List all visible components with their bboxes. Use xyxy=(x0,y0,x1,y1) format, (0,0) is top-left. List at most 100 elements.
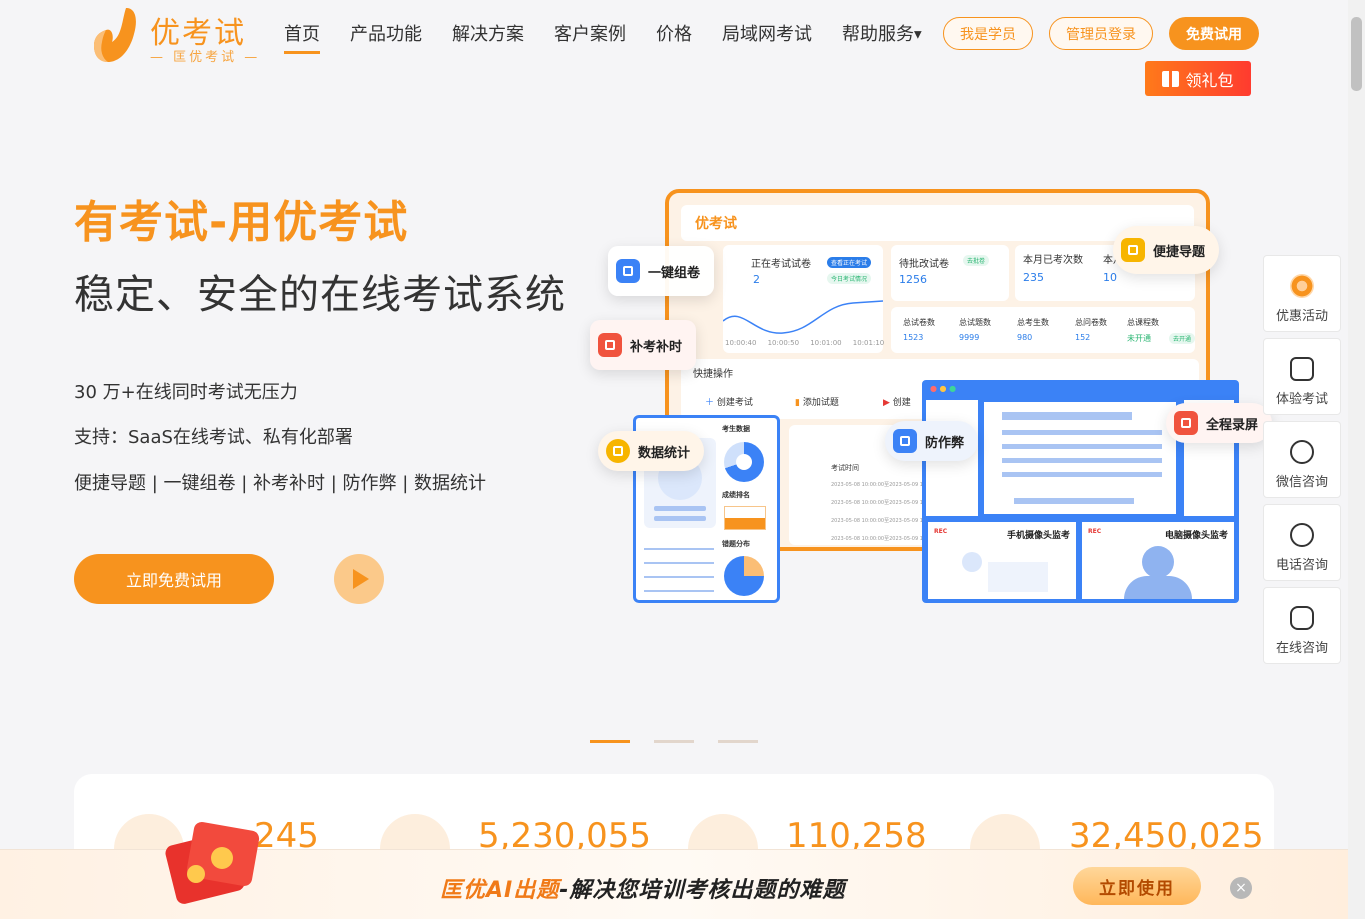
anticheat-icon xyxy=(893,429,917,453)
stat-label-surveys: 总问卷数 xyxy=(1075,318,1107,327)
tag-makeup-label: 补考补时 xyxy=(630,339,683,355)
ongoing-badge2: 今日考试情况 xyxy=(827,273,872,284)
bar-chart xyxy=(724,506,766,530)
side-trial-exam[interactable]: 体验考试 xyxy=(1263,338,1341,415)
panel-ranking: 成绩排名 xyxy=(722,491,750,499)
tag-stats-label: 数据统计 xyxy=(638,445,691,461)
time-1: 10:00:40 xyxy=(725,339,757,347)
header: 优考试 — 匡优考试 — 首页 产品功能 解决方案 客户案例 价格 局域网考试 … xyxy=(0,0,1348,96)
pending-badge: 去批卷 xyxy=(963,255,990,266)
side-phone[interactable]: 电话咨询 xyxy=(1263,504,1341,581)
nav-features[interactable]: 产品功能 xyxy=(350,20,422,46)
banner-rest: -解决您培训考核出题的难题 xyxy=(559,878,846,903)
pending-label: 待批改试卷 xyxy=(899,259,949,270)
monthly2-value: 10 xyxy=(1103,271,1117,284)
nav-help[interactable]: 帮助服务▼ xyxy=(842,20,922,46)
time-4: 10:01:10 xyxy=(852,339,885,347)
close-icon[interactable]: × xyxy=(1230,877,1252,899)
main-nav: 首页 产品功能 解决方案 客户案例 价格 局域网考试 帮助服务▼ xyxy=(284,20,922,54)
ongoing-label: 正在考试试卷 xyxy=(751,259,811,270)
chat-icon xyxy=(1290,606,1314,630)
tag-makeup: 补考补时 xyxy=(590,320,697,370)
tag-import: 便捷导题 xyxy=(1113,226,1220,274)
side-online-chat[interactable]: 在线咨询 xyxy=(1263,587,1341,664)
carousel-dot-2[interactable] xyxy=(654,740,694,743)
nav-cases[interactable]: 客户案例 xyxy=(554,20,626,46)
stat-label-courses: 总课程数 xyxy=(1127,318,1159,327)
hero-trial-button[interactable]: 立即免费试用 xyxy=(74,554,274,604)
tag-stats: 数据统计 xyxy=(598,431,705,471)
quick-action-create: ▶ 创建 xyxy=(883,395,911,408)
plus-icon: ＋ xyxy=(705,398,715,408)
free-trial-button[interactable]: 免费试用 xyxy=(1169,17,1259,50)
import-icon xyxy=(1121,238,1145,262)
quick-action-create-label: 创建 xyxy=(892,398,911,408)
table-row-4: 2023-05-08 10:00:00至2023-05-09 10:0 xyxy=(831,536,931,542)
tag-record: 全程录屏 xyxy=(1166,403,1273,443)
gift-button[interactable]: 领礼包 xyxy=(1145,61,1251,96)
cam-phone-label: 手机摄像头监考 xyxy=(1006,531,1070,541)
hero-line-support: 支持：SaaS在线考试、私有化部署 xyxy=(74,427,353,448)
monitor-main xyxy=(982,400,1178,516)
time-2: 10:00:50 xyxy=(767,339,800,347)
banner-use-button[interactable]: 立即使用 xyxy=(1073,867,1201,905)
red-envelope-icon xyxy=(165,821,260,904)
logo-subtitle: — 匡优考试 — xyxy=(150,50,261,65)
stat-label-questions: 总试题数 xyxy=(959,318,991,327)
stat-value-examinees: 980 xyxy=(1017,333,1033,342)
scrollbar-track[interactable] xyxy=(1348,0,1365,919)
tag-anticheat-label: 防作弊 xyxy=(925,435,965,451)
line-2 xyxy=(654,516,706,521)
paper-icon xyxy=(616,259,640,283)
gift-label: 领礼包 xyxy=(1185,70,1234,90)
stat-value-papers: 1523 xyxy=(903,333,924,342)
person-head-1 xyxy=(962,552,982,572)
checklist xyxy=(644,540,714,596)
side-promo[interactable]: 优惠活动 xyxy=(1263,255,1341,332)
side-online-chat-label: 在线咨询 xyxy=(1275,641,1328,656)
caret-down-icon: ▼ xyxy=(914,29,922,41)
side-wechat[interactable]: 微信咨询 xyxy=(1263,421,1341,498)
nav-home[interactable]: 首页 xyxy=(284,20,320,54)
rec-label-1: REC xyxy=(934,528,948,535)
pending-value: 1256 xyxy=(899,273,927,286)
play-icon xyxy=(353,569,369,589)
tag-anticheat: 防作弊 xyxy=(885,421,979,461)
hero-line-features: 便捷导题 | 一键组卷 | 补考补时 | 防作弊 | 数据统计 xyxy=(74,473,487,494)
nav-lan-exam[interactable]: 局域网考试 xyxy=(722,20,812,46)
nav-pricing[interactable]: 价格 xyxy=(656,20,692,46)
person-head-2 xyxy=(1142,546,1174,578)
bottom-banner: 匡优AI出题-解决您培训考核出题的难题 立即使用 × xyxy=(0,821,1348,919)
banner-headline: 匡优AI出题-解决您培训考核出题的难题 xyxy=(440,872,845,904)
hero-line-capacity: 30 万+在线同时考试无压力 xyxy=(74,382,298,403)
ongoing-badge: 查看正在考试 xyxy=(827,257,872,268)
monthly-label: 本月已考次数 xyxy=(1023,255,1083,266)
pending-card: 待批改试卷 1256 去批卷 xyxy=(891,245,1009,301)
pie-chart xyxy=(724,556,764,596)
quick-action-add-question: ▮ 添加试题 xyxy=(795,395,839,408)
side-phone-label: 电话咨询 xyxy=(1275,558,1328,573)
table-row-1: 2023-05-08 10:00:00至2023-05-09 10:0 xyxy=(831,482,931,488)
quick-action-create-exam: ＋ 创建考试 xyxy=(705,395,753,408)
quick-title: 快捷操作 xyxy=(693,369,733,380)
carousel-dot-1[interactable] xyxy=(590,740,630,743)
logo[interactable]: 优考试 — 匡优考试 — xyxy=(92,4,257,66)
scrollbar-thumb[interactable] xyxy=(1351,17,1362,91)
carousel-dot-3[interactable] xyxy=(718,740,758,743)
donut-chart xyxy=(724,442,764,482)
admin-login-button[interactable]: 管理员登录 xyxy=(1049,17,1153,50)
play-video-button[interactable] xyxy=(334,554,384,604)
edit-icon xyxy=(1290,357,1314,381)
student-button[interactable]: 我是学员 xyxy=(943,17,1033,50)
monthly-value: 235 xyxy=(1023,271,1044,284)
table-row-3: 2023-05-08 10:00:00至2023-05-09 10:0 xyxy=(831,518,931,524)
record-icon xyxy=(1174,411,1198,435)
chart-times: 10:00:40 10:00:50 10:01:00 10:01:10 xyxy=(725,339,884,347)
table-row-2: 2023-05-08 10:00:00至2023-05-09 10:0 xyxy=(831,500,931,506)
quick-action-add-question-label: 添加试题 xyxy=(802,398,839,408)
tag-import-label: 便捷导题 xyxy=(1153,244,1206,260)
stat-label-examinees: 总考生数 xyxy=(1017,318,1049,327)
nav-solutions[interactable]: 解决方案 xyxy=(452,20,524,46)
time-3: 10:01:00 xyxy=(810,339,842,347)
stat-value-courses: 未开通 xyxy=(1127,334,1151,343)
